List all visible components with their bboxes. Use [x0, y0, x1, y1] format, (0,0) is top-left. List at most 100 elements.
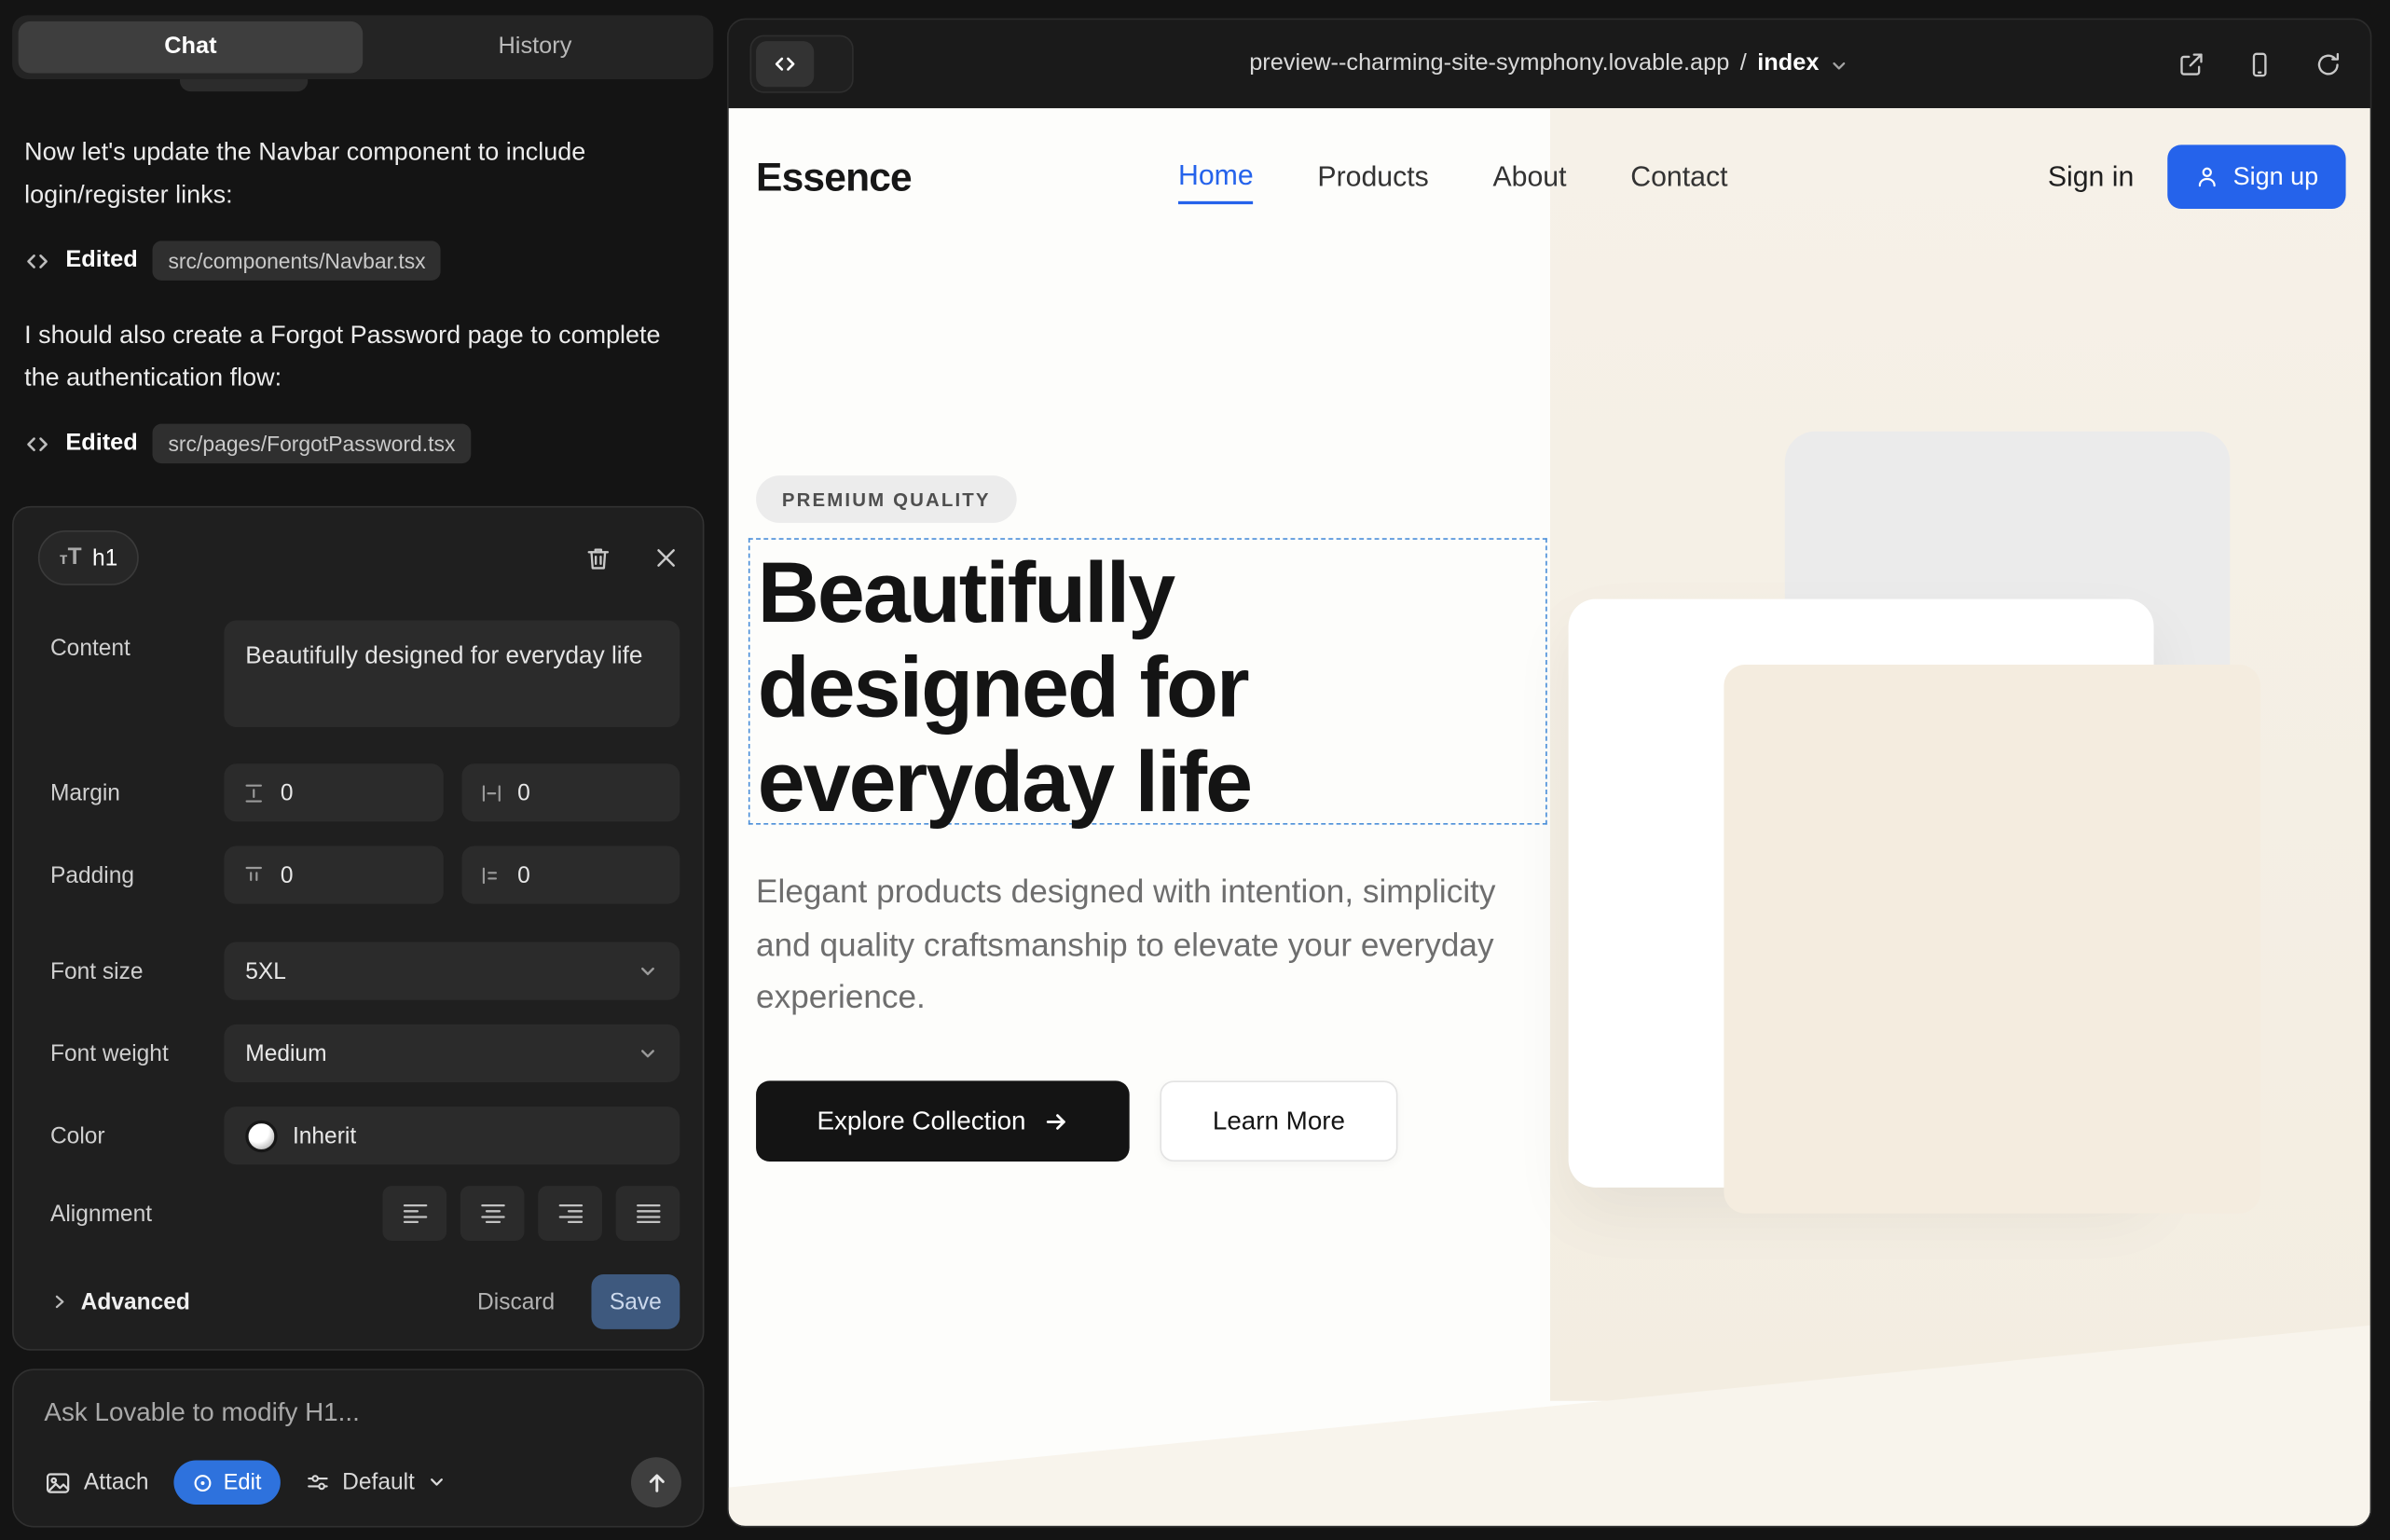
- site-viewport: Essence Home Products About Contact Sign…: [729, 108, 2370, 1526]
- browser-window: preview--charming-site-symphony.lovable.…: [727, 19, 2371, 1528]
- hero-badge: PREMIUM QUALITY: [756, 475, 1016, 523]
- browser-actions: [2177, 49, 2342, 78]
- learn-more-button[interactable]: Learn More: [1160, 1080, 1397, 1162]
- color-label: Color: [38, 1107, 224, 1164]
- margin-horizontal-icon: [479, 781, 502, 804]
- sign-in-link[interactable]: Sign in: [2048, 160, 2135, 194]
- chat-message: I should also create a Forgot Password p…: [24, 314, 701, 400]
- edited-file-row: Edited src/pages/ForgotPassword.tsx: [24, 424, 701, 464]
- url-bar: preview--charming-site-symphony.lovable.…: [729, 20, 2370, 108]
- font-size-select[interactable]: 5XL: [224, 942, 680, 1000]
- color-swatch-icon: [245, 1120, 277, 1151]
- color-select[interactable]: Inherit: [224, 1107, 680, 1164]
- url-domain: preview--charming-site-symphony.lovable.…: [1249, 50, 1729, 77]
- element-editor: тТ h1 Content Beautifully designed for e…: [12, 506, 704, 1351]
- edited-label: Edited: [65, 430, 137, 457]
- code-preview-toggle[interactable]: [750, 35, 854, 93]
- code-icon: [24, 431, 50, 457]
- chevron-right-icon: [50, 1293, 69, 1312]
- default-mode-button[interactable]: Default: [304, 1469, 446, 1495]
- discard-button[interactable]: Discard: [477, 1289, 555, 1315]
- target-icon: [191, 1472, 213, 1493]
- hero-description: Elegant products designed with intention…: [756, 866, 1498, 1024]
- site-nav-links: Home Products About Contact: [1178, 108, 1727, 245]
- align-left-button[interactable]: [382, 1186, 446, 1241]
- arrow-up-icon: [644, 1470, 668, 1494]
- element-tag-badge[interactable]: тТ h1: [38, 530, 139, 585]
- align-center-button[interactable]: [460, 1186, 525, 1241]
- user-icon: [2195, 165, 2219, 189]
- margin-label: Margin: [38, 763, 224, 821]
- margin-horizontal-input[interactable]: 0: [461, 763, 680, 821]
- open-external-button[interactable]: [2177, 49, 2205, 78]
- padding-horizontal-input[interactable]: 0: [461, 846, 680, 904]
- margin-vertical-input[interactable]: 0: [224, 763, 443, 821]
- color-row: Color Inherit: [38, 1107, 680, 1164]
- padding-vertical-input[interactable]: 0: [224, 846, 443, 904]
- margin-vertical-icon: [242, 781, 266, 804]
- font-weight-select[interactable]: Medium: [224, 1024, 680, 1082]
- advanced-toggle[interactable]: Advanced: [38, 1289, 190, 1315]
- tab-history[interactable]: History: [363, 21, 707, 74]
- decor-cream-card: [1724, 665, 2260, 1214]
- alignment-row: Alignment: [38, 1186, 680, 1241]
- content-label: Content: [38, 621, 224, 727]
- code-icon: [773, 52, 797, 76]
- sign-up-button[interactable]: Sign up: [2167, 144, 2345, 209]
- chat-panel: Chat History Now let's update the Navbar…: [0, 0, 725, 1540]
- tab-chat[interactable]: Chat: [19, 21, 364, 74]
- edit-mode-button[interactable]: Edit: [173, 1461, 280, 1505]
- mobile-view-button[interactable]: [2246, 49, 2274, 78]
- attach-button[interactable]: Attach: [44, 1469, 148, 1496]
- chevron-down-icon: [638, 1042, 659, 1064]
- font-weight-row: Font weight Medium: [38, 1024, 680, 1082]
- chat-history-tabs: Chat History: [12, 15, 713, 79]
- nav-link-about[interactable]: About: [1492, 160, 1566, 194]
- hero-cta-row: Explore Collection Learn More: [756, 1080, 1397, 1162]
- sliders-icon: [304, 1469, 330, 1495]
- preview-area: preview--charming-site-symphony.lovable.…: [725, 0, 2390, 1540]
- url-page: index: [1757, 50, 1819, 77]
- trash-icon: [584, 543, 612, 572]
- chat-message: Now let's update the Navbar component to…: [24, 131, 701, 217]
- save-button[interactable]: Save: [591, 1274, 680, 1329]
- align-right-icon: [557, 1203, 584, 1224]
- editor-footer: Advanced Discard Save: [38, 1274, 680, 1329]
- file-badge[interactable]: src/components/Navbar.tsx: [153, 241, 441, 281]
- hero-headline[interactable]: Beautifully designed for everyday life: [758, 545, 1545, 829]
- align-right-button[interactable]: [538, 1186, 602, 1241]
- chevron-down-icon: [427, 1473, 446, 1492]
- nav-link-home[interactable]: Home: [1178, 149, 1254, 204]
- site-nav-auth: Sign in Sign up: [2048, 144, 2346, 209]
- close-editor-button[interactable]: [652, 544, 680, 571]
- content-input[interactable]: Beautifully designed for everyday life: [224, 621, 680, 727]
- smartphone-icon: [2246, 49, 2274, 78]
- file-badge[interactable]: src/pages/ForgotPassword.tsx: [153, 424, 471, 464]
- refresh-icon: [2314, 49, 2342, 78]
- h1-selection-outline[interactable]: Beautifully designed for everyday life: [749, 538, 1547, 824]
- composer-toolbar: Attach Edit Default: [44, 1457, 681, 1507]
- nav-link-contact[interactable]: Contact: [1630, 160, 1727, 194]
- site-logo[interactable]: Essence: [756, 153, 912, 200]
- delete-element-button[interactable]: [584, 543, 612, 572]
- composer-input[interactable]: Ask Lovable to modify H1...: [44, 1397, 681, 1428]
- align-justify-button[interactable]: [616, 1186, 680, 1241]
- align-center-icon: [479, 1203, 505, 1224]
- padding-vertical-icon: [242, 863, 266, 887]
- edited-file-row: Edited src/components/Navbar.tsx: [24, 241, 701, 281]
- element-tag: h1: [92, 545, 117, 571]
- margin-row: Margin 0 0: [38, 763, 680, 821]
- chat-composer: Ask Lovable to modify H1... Attach Edit …: [12, 1368, 704, 1527]
- site-navbar: Essence Home Products About Contact Sign…: [729, 108, 2370, 245]
- nav-link-products[interactable]: Products: [1317, 160, 1428, 194]
- align-justify-icon: [635, 1203, 661, 1224]
- send-button[interactable]: [631, 1457, 681, 1507]
- font-size-label: Font size: [38, 942, 224, 1000]
- app-root: Chat History Now let's update the Navbar…: [0, 0, 2390, 1540]
- refresh-button[interactable]: [2314, 49, 2342, 78]
- content-row: Content Beautifully designed for everyda…: [38, 621, 680, 727]
- align-left-icon: [402, 1203, 428, 1224]
- code-toggle-active[interactable]: [756, 41, 814, 87]
- explore-collection-button[interactable]: Explore Collection: [756, 1080, 1130, 1162]
- padding-label: Padding: [38, 846, 224, 904]
